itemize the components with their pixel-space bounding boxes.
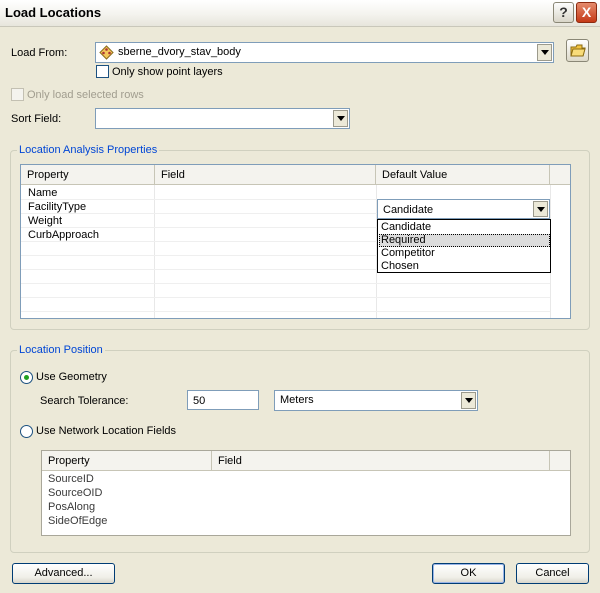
ok-button[interactable]: OK (432, 563, 505, 584)
units-combo[interactable]: Meters (274, 390, 478, 411)
use-geometry-label: Use Geometry (36, 371, 107, 383)
column-header-field[interactable]: Field (155, 165, 376, 185)
load-from-value: sberne_dvory_stav_body (118, 46, 241, 58)
only-selected-rows-label: Only load selected rows (27, 89, 144, 101)
only-selected-rows-checkbox[interactable] (11, 88, 24, 101)
use-geometry-radio[interactable] (20, 371, 33, 384)
table-row-property: SourceID (48, 473, 94, 485)
dropdown-option[interactable]: Candidate (379, 221, 550, 234)
dropdown-option-selected[interactable]: Required (379, 234, 550, 247)
column-header-filler (550, 165, 570, 185)
table-row-property: PosAlong (48, 501, 96, 513)
units-value: Meters (280, 394, 314, 406)
table-row-property[interactable]: FacilityType (28, 201, 86, 213)
layer-icon (99, 45, 114, 60)
help-button[interactable]: ? (553, 2, 574, 23)
chevron-down-icon[interactable] (533, 201, 548, 217)
table-row-property[interactable]: CurbApproach (28, 229, 99, 241)
table-row-property[interactable]: Name (28, 187, 57, 199)
network-fields-grid[interactable]: Property Field SourceID SourceOID PosAlo… (41, 450, 571, 536)
table-row-property[interactable]: Weight (28, 215, 62, 227)
window-title: Load Locations (5, 5, 102, 20)
open-folder-icon (570, 43, 586, 61)
location-position-legend: Location Position (17, 344, 105, 356)
column-header-default-value[interactable]: Default Value (376, 165, 550, 185)
advanced-button[interactable]: Advanced... (12, 563, 115, 584)
chevron-down-icon[interactable] (333, 110, 348, 127)
chevron-down-icon[interactable] (537, 44, 552, 61)
default-value-current: Candidate (383, 204, 434, 216)
search-tolerance-input[interactable]: 50 (187, 390, 259, 410)
use-network-fields-radio[interactable] (20, 425, 33, 438)
table-row-property: SideOfEdge (48, 515, 108, 527)
default-value-dropdown[interactable]: Candidate Required Competitor Chosen (377, 219, 551, 273)
dropdown-option[interactable]: Competitor (379, 247, 550, 260)
load-from-label: Load From: (11, 47, 68, 59)
table-row-property: SourceOID (48, 487, 103, 499)
column-header-filler (550, 451, 570, 471)
only-point-layers-checkbox[interactable] (96, 65, 109, 78)
search-tolerance-label: Search Tolerance: (40, 395, 129, 407)
sort-field-label: Sort Field: (11, 113, 62, 125)
load-from-combo[interactable]: sberne_dvory_stav_body (95, 42, 554, 63)
sort-field-combo[interactable] (95, 108, 350, 129)
column-header-field[interactable]: Field (212, 451, 550, 471)
close-button[interactable]: X (576, 2, 597, 23)
cancel-button[interactable]: Cancel (516, 563, 589, 584)
chevron-down-icon[interactable] (461, 392, 476, 409)
default-value-combo[interactable]: Candidate (377, 199, 550, 219)
column-header-property[interactable]: Property (21, 165, 155, 185)
use-network-fields-label: Use Network Location Fields (36, 425, 177, 437)
browse-button[interactable] (566, 39, 589, 62)
dropdown-option[interactable]: Chosen (379, 260, 550, 273)
search-tolerance-value: 50 (193, 395, 206, 407)
only-point-layers-label: Only show point layers (112, 66, 223, 78)
location-analysis-legend: Location Analysis Properties (17, 144, 160, 156)
column-header-property[interactable]: Property (42, 451, 212, 471)
